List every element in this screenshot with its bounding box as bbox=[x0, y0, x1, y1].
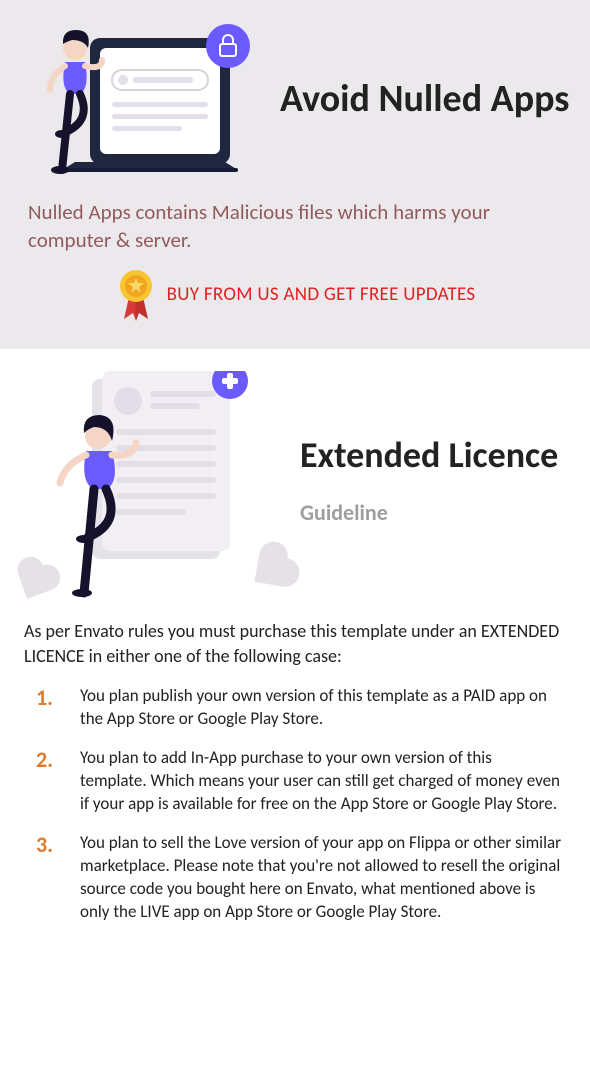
extended-licence-section: Extended Licence Guideline As per Envato… bbox=[0, 349, 590, 970]
list-item: You plan to add In-App purchase to your … bbox=[36, 747, 562, 816]
hero-row-2: Extended Licence Guideline bbox=[20, 371, 570, 601]
title-extended-licence: Extended Licence bbox=[300, 435, 558, 476]
warning-text: Nulled Apps contains Malicious files whi… bbox=[28, 198, 562, 255]
heart-icon bbox=[254, 553, 287, 586]
intro-text: As per Envato rules you must purchase th… bbox=[24, 619, 566, 669]
list-item: You plan to sell the Love version of you… bbox=[36, 832, 562, 924]
nulled-apps-section: Avoid Nulled Apps Nulled Apps contains M… bbox=[0, 0, 590, 349]
cta-row: BUY FROM US AND GET FREE UPDATES bbox=[20, 269, 570, 321]
list-item: You plan publish your own version of thi… bbox=[36, 685, 562, 731]
laptop-illustration bbox=[20, 20, 270, 180]
hero-row-1: Avoid Nulled Apps bbox=[20, 20, 570, 180]
cta-text: BUY FROM US AND GET FREE UPDATES bbox=[167, 283, 476, 306]
subtitle-guideline: Guideline bbox=[300, 499, 558, 526]
medal-icon bbox=[115, 269, 157, 321]
rules-list: You plan publish your own version of thi… bbox=[20, 685, 570, 923]
title-block-2: Extended Licence Guideline bbox=[300, 435, 558, 525]
document-illustration bbox=[20, 371, 280, 601]
title-avoid-nulled: Avoid Nulled Apps bbox=[280, 78, 569, 122]
